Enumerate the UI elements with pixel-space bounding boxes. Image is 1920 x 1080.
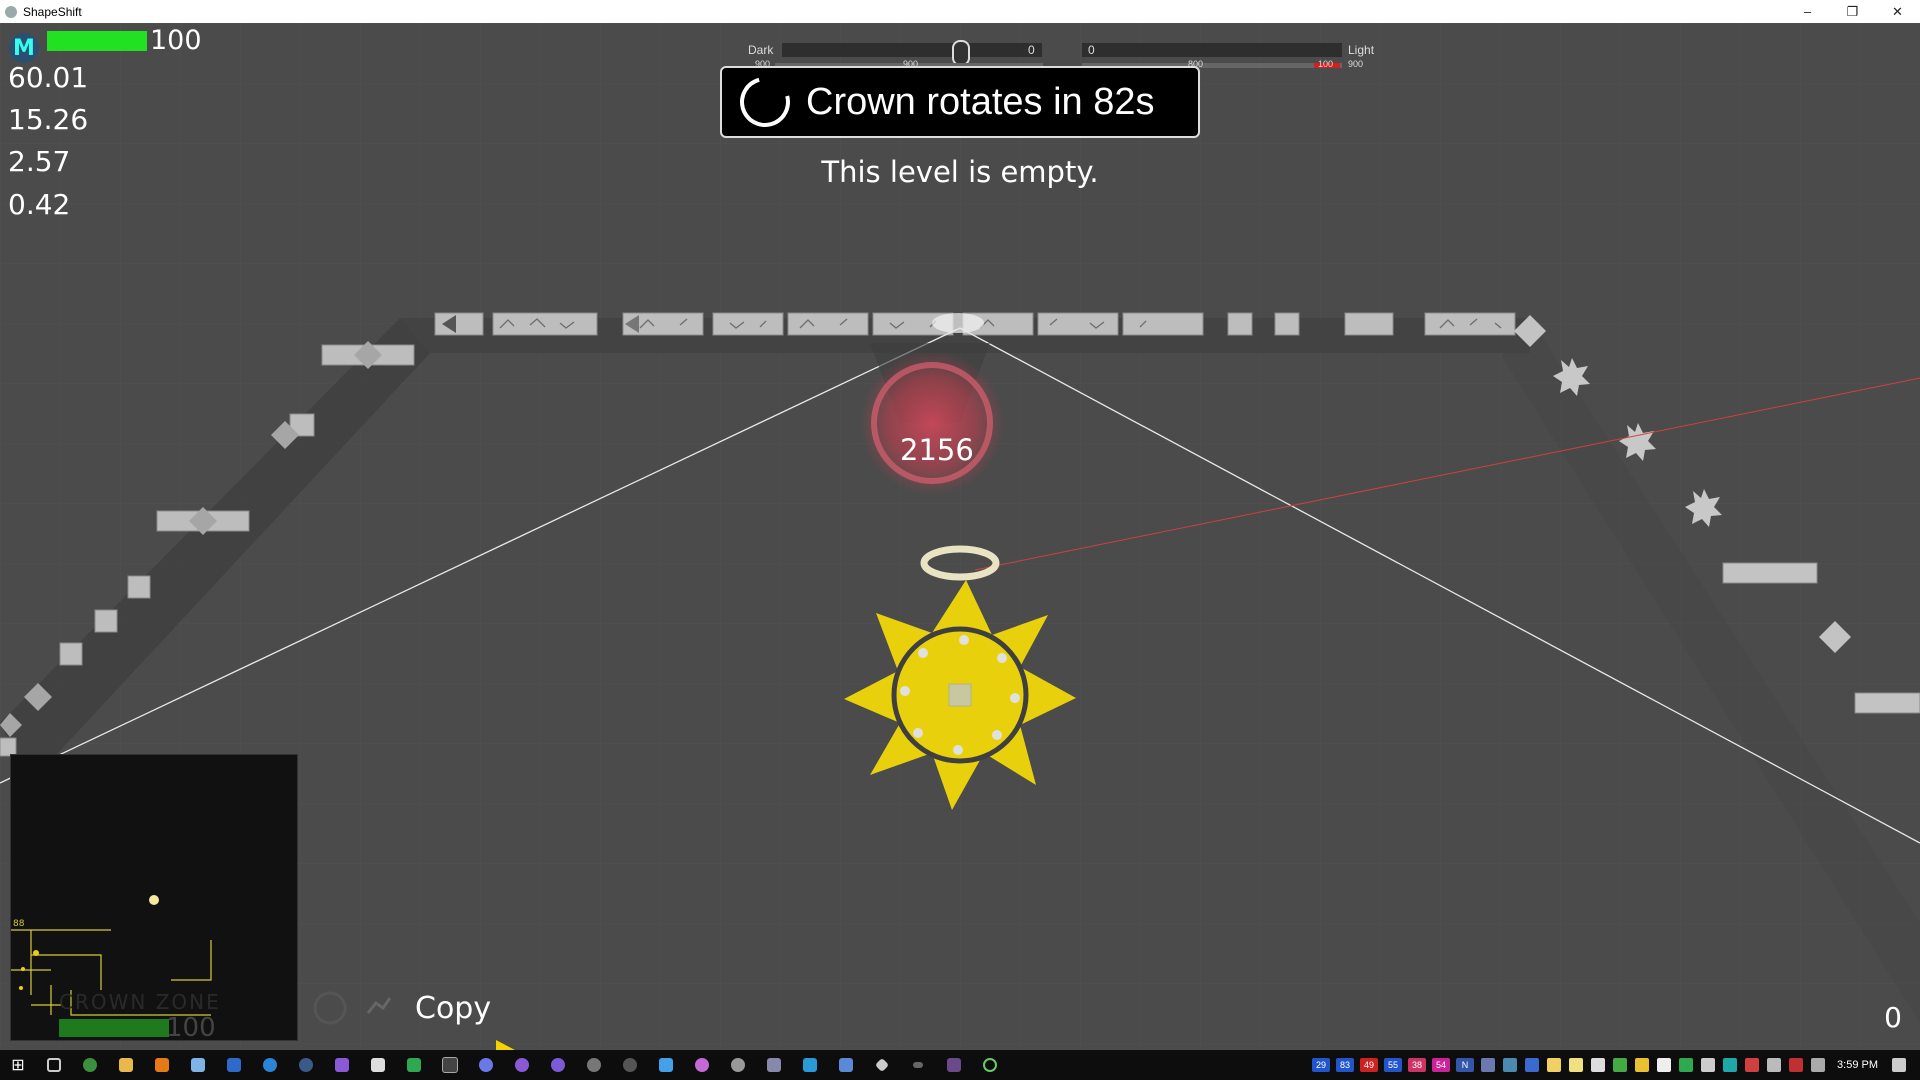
stat-line: 15.26 [8, 103, 89, 136]
app-icon-doc[interactable] [216, 1050, 252, 1080]
tray-icon[interactable] [1569, 1058, 1584, 1072]
app-icon-cmd[interactable] [936, 1050, 972, 1080]
crown-timer-banner: Crown rotates in 82s [720, 66, 1200, 138]
discord-icon[interactable] [468, 1050, 504, 1080]
app-icon-terminal[interactable] [432, 1050, 468, 1080]
close-button[interactable]: ✕ [1875, 0, 1920, 23]
health-bar [47, 31, 147, 51]
tray-badge[interactable]: 55 [1384, 1058, 1403, 1072]
enemy-score: 2156 [900, 433, 974, 467]
crown-timer-text: Crown rotates in 82s [806, 80, 1155, 123]
tray-icon[interactable] [1525, 1058, 1540, 1072]
wall-glow [932, 313, 984, 333]
chrome-icon[interactable] [72, 1050, 108, 1080]
notification-icon[interactable] [1892, 1058, 1906, 1072]
tray-icon[interactable] [1701, 1058, 1716, 1072]
app-icon-gear[interactable] [576, 1050, 612, 1080]
dark-track [782, 43, 1042, 57]
tray-badge[interactable]: 83 [1336, 1058, 1355, 1072]
minimize-button[interactable]: – [1785, 0, 1830, 23]
tray-icon[interactable] [1547, 1058, 1562, 1072]
app-icon-tool[interactable] [756, 1050, 792, 1080]
cursor-arrow-icon [496, 1040, 515, 1050]
app-icon-violet[interactable] [540, 1050, 576, 1080]
network-icon[interactable] [1811, 1058, 1826, 1072]
dark-value: 0 [1028, 43, 1035, 57]
minimap-marker-label: 88 [13, 919, 25, 929]
minimap-zone-label: CROWN ZONE [59, 990, 221, 1014]
taskbar: ⊞ 29 83 49 55 38 54 N 3:59 PM [0, 1050, 1920, 1080]
sub-value: 100 [1318, 59, 1334, 69]
tray-badge[interactable]: 49 [1360, 1058, 1379, 1072]
app-icon-dark[interactable] [612, 1050, 648, 1080]
app-icon-h[interactable] [396, 1050, 432, 1080]
app-icon-pink[interactable] [684, 1050, 720, 1080]
window-titlebar: ShapeShift – ❐ ✕ [0, 0, 1920, 23]
light-label: Light [1348, 43, 1375, 57]
tray-icon[interactable] [1613, 1058, 1628, 1072]
game-viewport[interactable]: M 100 60.01 15.26 2.57 0.42 Dark Light 0… [0, 23, 1920, 1050]
tray-badge[interactable]: N [1456, 1058, 1475, 1072]
tray-icon[interactable] [1745, 1058, 1760, 1072]
tray-icon[interactable] [1679, 1058, 1694, 1072]
tray-icon[interactable] [1789, 1058, 1804, 1072]
level-message: This level is empty. [821, 155, 1099, 189]
player-avatar: M [9, 33, 39, 63]
window-title: ShapeShift [23, 4, 82, 19]
sub-value: 900 [1348, 59, 1364, 69]
ability-label: Copy [415, 991, 492, 1026]
minimap[interactable]: 88 CROWN ZONE 100 [10, 754, 298, 1043]
app-icon-window[interactable] [828, 1050, 864, 1080]
app-icon-caret[interactable] [900, 1050, 936, 1080]
tray-icon[interactable] [1503, 1058, 1518, 1072]
tray-icon[interactable] [1657, 1058, 1672, 1072]
dark-label: Dark [748, 43, 774, 57]
restore-button[interactable]: ❐ [1830, 0, 1875, 23]
app-icon [5, 5, 17, 18]
app-icon-diamond[interactable] [864, 1050, 900, 1080]
light-value: 0 [1088, 43, 1095, 57]
app-icon-purple[interactable] [504, 1050, 540, 1080]
minimap-zone-value: 100 [166, 1013, 216, 1043]
light-track [1082, 43, 1342, 57]
bottom-right-counter: 0 [1884, 1001, 1902, 1034]
tray-badge[interactable]: 29 [1312, 1058, 1331, 1072]
ability-cooldown-icon [313, 991, 347, 1025]
vscode-icon[interactable] [792, 1050, 828, 1080]
taskbar-clock[interactable]: 3:59 PM [1837, 1059, 1878, 1071]
app-icon-browser[interactable] [252, 1050, 288, 1080]
window-controls: – ❐ ✕ [1785, 0, 1920, 23]
stat-line: 0.42 [8, 188, 71, 221]
ability-crack-icon [366, 997, 392, 1014]
app-icon-grey[interactable] [720, 1050, 756, 1080]
tray-icon[interactable] [1723, 1058, 1738, 1072]
task-view-icon[interactable] [36, 1050, 72, 1080]
visual-studio-icon[interactable] [324, 1050, 360, 1080]
health-value: 100 [150, 25, 202, 56]
app-icon-orange[interactable] [144, 1050, 180, 1080]
volume-icon[interactable] [1767, 1058, 1782, 1072]
ability-icons [313, 991, 392, 1025]
app-icon-circle[interactable] [972, 1050, 1008, 1080]
windows-start-icon[interactable]: ⊞ [0, 1050, 36, 1080]
system-tray: 29 83 49 55 38 54 N 3:59 PM [1309, 1050, 1920, 1080]
app-icon-blue[interactable] [648, 1050, 684, 1080]
tray-icon[interactable] [1481, 1058, 1496, 1072]
tray-badge[interactable]: 54 [1432, 1058, 1451, 1072]
steam-icon[interactable] [288, 1050, 324, 1080]
tray-icon[interactable] [1591, 1058, 1606, 1072]
timer-ring-icon [730, 67, 800, 137]
app-icon-notes[interactable] [180, 1050, 216, 1080]
stat-line: 60.01 [8, 61, 89, 94]
explorer-icon[interactable] [108, 1050, 144, 1080]
tray-badge[interactable]: 38 [1408, 1058, 1427, 1072]
app-icon-v[interactable] [360, 1050, 396, 1080]
enemy-aura [860, 351, 1004, 495]
tray-icon[interactable] [1635, 1058, 1650, 1072]
